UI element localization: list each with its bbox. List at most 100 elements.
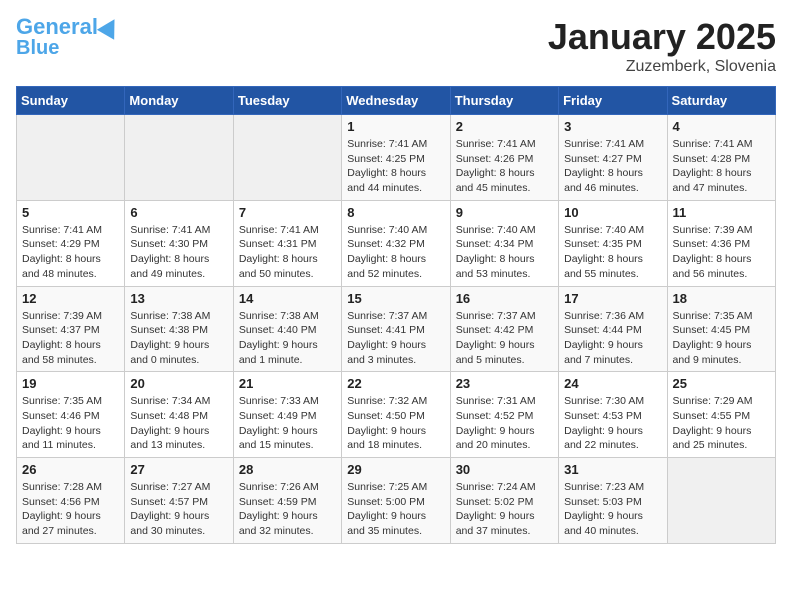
calendar-cell: 24Sunrise: 7:30 AM Sunset: 4:53 PM Dayli…	[559, 372, 667, 458]
day-number: 6	[130, 205, 227, 220]
calendar-cell: 20Sunrise: 7:34 AM Sunset: 4:48 PM Dayli…	[125, 372, 233, 458]
day-number: 10	[564, 205, 661, 220]
day-number: 16	[456, 291, 553, 306]
calendar-cell: 11 Sunrise: 7:39 AM Sunset: 4:36 PM Dayli…	[667, 200, 775, 286]
day-number: 11	[673, 205, 770, 220]
day-info: Sunrise: 7:39 AM Sunset: 4:37 PM Dayligh…	[22, 309, 119, 368]
calendar-cell: 9 Sunrise: 7:40 AM Sunset: 4:34 PM Daylig…	[450, 200, 558, 286]
day-info: Sunrise: 7:24 AM Sunset: 5:02 PM Dayligh…	[456, 480, 553, 539]
day-number: 9	[456, 205, 553, 220]
day-info: Sunrise: 7:41 AM Sunset: 4:29 PM Dayligh…	[22, 223, 119, 282]
day-number: 14	[239, 291, 336, 306]
calendar-cell: 8 Sunrise: 7:40 AM Sunset: 4:32 PM Daylig…	[342, 200, 450, 286]
day-number: 2	[456, 119, 553, 134]
calendar-cell: 22Sunrise: 7:32 AM Sunset: 4:50 PM Dayli…	[342, 372, 450, 458]
day-number: 8	[347, 205, 444, 220]
day-info: Sunrise: 7:31 AM Sunset: 4:52 PM Dayligh…	[456, 394, 553, 453]
day-number: 5	[22, 205, 119, 220]
weekday-header-wednesday: Wednesday	[342, 87, 450, 115]
day-info: Sunrise: 7:26 AM Sunset: 4:59 PM Dayligh…	[239, 480, 336, 539]
day-info: Sunrise: 7:40 AM Sunset: 4:32 PM Dayligh…	[347, 223, 444, 282]
calendar-cell: 30Sunrise: 7:24 AM Sunset: 5:02 PM Dayli…	[450, 458, 558, 544]
day-number: 20	[130, 376, 227, 391]
calendar-cell: 28Sunrise: 7:26 AM Sunset: 4:59 PM Dayli…	[233, 458, 341, 544]
day-info: Sunrise: 7:32 AM Sunset: 4:50 PM Dayligh…	[347, 394, 444, 453]
day-info: Sunrise: 7:28 AM Sunset: 4:56 PM Dayligh…	[22, 480, 119, 539]
calendar-title: January 2025	[548, 16, 776, 58]
day-number: 13	[130, 291, 227, 306]
day-info: Sunrise: 7:37 AM Sunset: 4:42 PM Dayligh…	[456, 309, 553, 368]
day-number: 25	[673, 376, 770, 391]
calendar-cell	[17, 115, 125, 201]
day-number: 3	[564, 119, 661, 134]
calendar-cell: 4Sunrise: 7:41 AM Sunset: 4:28 PM Daylig…	[667, 115, 775, 201]
weekday-header-tuesday: Tuesday	[233, 87, 341, 115]
day-info: Sunrise: 7:41 AM Sunset: 4:27 PM Dayligh…	[564, 137, 661, 196]
calendar-cell: 16 Sunrise: 7:37 AM Sunset: 4:42 PM Dayli…	[450, 286, 558, 372]
day-number: 1	[347, 119, 444, 134]
day-info: Sunrise: 7:41 AM Sunset: 4:25 PM Dayligh…	[347, 137, 444, 196]
calendar-table: SundayMondayTuesdayWednesdayThursdayFrid…	[16, 86, 776, 544]
day-info: Sunrise: 7:40 AM Sunset: 4:34 PM Dayligh…	[456, 223, 553, 282]
day-info: Sunrise: 7:41 AM Sunset: 4:28 PM Dayligh…	[673, 137, 770, 196]
day-info: Sunrise: 7:27 AM Sunset: 4:57 PM Dayligh…	[130, 480, 227, 539]
calendar-week-2: 5 Sunrise: 7:41 AM Sunset: 4:29 PM Daylig…	[17, 200, 776, 286]
day-info: Sunrise: 7:25 AM Sunset: 5:00 PM Dayligh…	[347, 480, 444, 539]
calendar-subtitle: Zuzemberk, Slovenia	[548, 58, 776, 76]
calendar-week-1: 1 Sunrise: 7:41 AM Sunset: 4:25 PM Daylig…	[17, 115, 776, 201]
calendar-week-3: 12 Sunrise: 7:39 AM Sunset: 4:37 PM Dayli…	[17, 286, 776, 372]
calendar-cell: 21 Sunrise: 7:33 AM Sunset: 4:49 PM Dayli…	[233, 372, 341, 458]
logo-triangle-icon	[97, 14, 123, 40]
day-info: Sunrise: 7:35 AM Sunset: 4:45 PM Dayligh…	[673, 309, 770, 368]
day-number: 23	[456, 376, 553, 391]
calendar-cell: 12 Sunrise: 7:39 AM Sunset: 4:37 PM Dayli…	[17, 286, 125, 372]
calendar-cell: 26 Sunrise: 7:28 AM Sunset: 4:56 PM Dayli…	[17, 458, 125, 544]
day-info: Sunrise: 7:23 AM Sunset: 5:03 PM Dayligh…	[564, 480, 661, 539]
calendar-cell	[125, 115, 233, 201]
calendar-cell: 31 Sunrise: 7:23 AM Sunset: 5:03 PM Dayli…	[559, 458, 667, 544]
calendar-cell: 19 Sunrise: 7:35 AM Sunset: 4:46 PM Dayli…	[17, 372, 125, 458]
day-info: Sunrise: 7:30 AM Sunset: 4:53 PM Dayligh…	[564, 394, 661, 453]
calendar-cell: 6 Sunrise: 7:41 AM Sunset: 4:30 PM Daylig…	[125, 200, 233, 286]
day-info: Sunrise: 7:37 AM Sunset: 4:41 PM Dayligh…	[347, 309, 444, 368]
day-info: Sunrise: 7:33 AM Sunset: 4:49 PM Dayligh…	[239, 394, 336, 453]
logo: General Blue	[16, 16, 120, 58]
day-number: 27	[130, 462, 227, 477]
day-info: Sunrise: 7:39 AM Sunset: 4:36 PM Dayligh…	[673, 223, 770, 282]
calendar-cell: 1 Sunrise: 7:41 AM Sunset: 4:25 PM Daylig…	[342, 115, 450, 201]
day-number: 31	[564, 462, 661, 477]
calendar-cell	[667, 458, 775, 544]
day-info: Sunrise: 7:36 AM Sunset: 4:44 PM Dayligh…	[564, 309, 661, 368]
day-info: Sunrise: 7:29 AM Sunset: 4:55 PM Dayligh…	[673, 394, 770, 453]
day-number: 12	[22, 291, 119, 306]
calendar-cell: 17 Sunrise: 7:36 AM Sunset: 4:44 PM Dayli…	[559, 286, 667, 372]
calendar-cell: 10Sunrise: 7:40 AM Sunset: 4:35 PM Dayli…	[559, 200, 667, 286]
weekday-header-thursday: Thursday	[450, 87, 558, 115]
day-number: 17	[564, 291, 661, 306]
title-block: January 2025 Zuzemberk, Slovenia	[548, 16, 776, 76]
calendar-cell: 3 Sunrise: 7:41 AM Sunset: 4:27 PM Daylig…	[559, 115, 667, 201]
logo-blue: Blue	[16, 38, 59, 58]
calendar-cell: 29Sunrise: 7:25 AM Sunset: 5:00 PM Dayli…	[342, 458, 450, 544]
day-info: Sunrise: 7:38 AM Sunset: 4:38 PM Dayligh…	[130, 309, 227, 368]
calendar-cell: 7 Sunrise: 7:41 AM Sunset: 4:31 PM Daylig…	[233, 200, 341, 286]
day-info: Sunrise: 7:41 AM Sunset: 4:26 PM Dayligh…	[456, 137, 553, 196]
day-number: 19	[22, 376, 119, 391]
calendar-cell: 14Sunrise: 7:38 AM Sunset: 4:40 PM Dayli…	[233, 286, 341, 372]
calendar-cell: 25 Sunrise: 7:29 AM Sunset: 4:55 PM Dayli…	[667, 372, 775, 458]
day-number: 7	[239, 205, 336, 220]
day-info: Sunrise: 7:41 AM Sunset: 4:30 PM Dayligh…	[130, 223, 227, 282]
day-info: Sunrise: 7:41 AM Sunset: 4:31 PM Dayligh…	[239, 223, 336, 282]
weekday-header-saturday: Saturday	[667, 87, 775, 115]
weekday-header-friday: Friday	[559, 87, 667, 115]
calendar-week-4: 19 Sunrise: 7:35 AM Sunset: 4:46 PM Dayli…	[17, 372, 776, 458]
day-number: 18	[673, 291, 770, 306]
day-number: 26	[22, 462, 119, 477]
day-number: 21	[239, 376, 336, 391]
calendar-cell: 15 Sunrise: 7:37 AM Sunset: 4:41 PM Dayli…	[342, 286, 450, 372]
day-info: Sunrise: 7:35 AM Sunset: 4:46 PM Dayligh…	[22, 394, 119, 453]
page-header: General Blue January 2025 Zuzemberk, Slo…	[16, 16, 776, 76]
logo-text: General	[16, 16, 98, 38]
calendar-cell: 2 Sunrise: 7:41 AM Sunset: 4:26 PM Daylig…	[450, 115, 558, 201]
day-number: 15	[347, 291, 444, 306]
